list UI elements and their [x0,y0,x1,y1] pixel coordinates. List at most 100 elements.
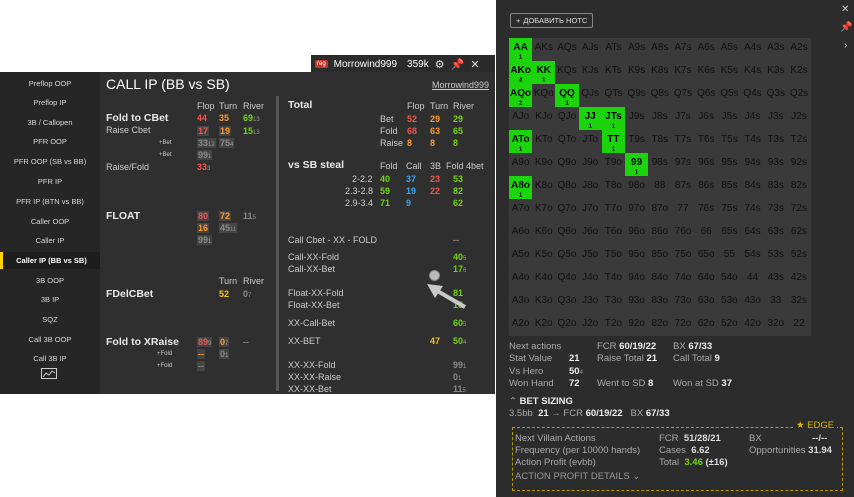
hand-cell[interactable]: J8o [579,176,602,199]
sidebar-item[interactable]: SQZ [0,314,100,326]
stat-value[interactable]: 07 [219,337,230,347]
hand-cell[interactable]: JTo [579,130,602,153]
stat-value[interactable]: 23 [430,174,440,184]
hand-cell[interactable]: JTs 1 [601,107,625,130]
pin-icon[interactable]: 📌 [840,22,852,33]
hand-cell[interactable]: A7o [509,199,532,222]
hand-cell[interactable]: A3s [764,38,787,61]
hand-cell[interactable]: 86s [695,176,718,199]
hand-cell[interactable]: 82s [787,176,810,199]
hand-cell[interactable]: A4o [509,268,532,291]
hand-cell[interactable]: K4o [532,268,555,291]
sidebar-item[interactable]: Caller IP [0,235,100,247]
hand-cell[interactable]: Q5o [555,245,578,268]
stat-value[interactable]: 72 [219,211,232,221]
hand-cell[interactable]: Q7o [555,199,578,222]
hand-cell[interactable]: T6o [602,222,625,245]
hand-cell[interactable]: A3o [509,291,532,314]
sidebar-item[interactable]: 3B IP [0,294,100,306]
hand-cell[interactable]: T8o [602,176,625,199]
hand-cell[interactable]: ATs [602,38,625,61]
hand-cell[interactable]: A8s [648,38,671,61]
hand-cell[interactable]: QTs [602,84,625,107]
hand-cell[interactable]: T8s [648,130,671,153]
stat-value[interactable]: 47 [430,336,440,346]
sidebar-item[interactable]: 3B OOP [0,275,100,287]
stat-value[interactable]: 605 [453,318,466,328]
stat-value[interactable]: 19 [406,186,416,196]
hand-cell[interactable]: 85s [718,176,741,199]
hand-cell[interactable]: A8o 1 [509,176,533,199]
hand-cell[interactable]: J7s [671,107,694,130]
stat-value[interactable]: 82 [453,186,463,196]
close-icon[interactable]: ✕ [470,58,479,71]
stat-value[interactable]: 17 [197,126,210,136]
highlight-marker[interactable] [429,270,440,281]
hand-cell[interactable]: AKs [532,38,555,61]
hand-cell[interactable]: T9o [602,153,625,176]
hand-cell[interactable]: QTo [555,130,578,153]
stat-value[interactable]: 71 [380,198,390,208]
hand-cell[interactable]: 99 1 [625,153,649,176]
stat-value[interactable]: 899 [197,337,213,347]
hand-cell[interactable]: J3s [764,107,787,130]
hand-cell[interactable]: A2s [787,38,810,61]
hand-cell[interactable]: 42s [787,268,810,291]
hand-cell[interactable]: 86o [648,222,671,245]
hand-cell[interactable]: 85o [648,245,671,268]
stat-value[interactable]: 4511 [219,223,238,233]
hand-cell[interactable]: K9s [625,61,648,84]
hand-cell[interactable]: 88 [648,176,671,199]
stat-value[interactable]: 59 [380,186,390,196]
hand-cell[interactable]: Q4o [555,268,578,291]
hand-cell[interactable]: KJo [532,107,555,130]
hand-cell[interactable]: 96s [695,153,718,176]
stat-value[interactable]: 8 [453,138,458,148]
hand-cell[interactable]: 96o [625,222,648,245]
hand-cell[interactable]: 43o [741,291,764,314]
hand-cell[interactable]: T9s [625,130,648,153]
hand-cell[interactable]: J6s [695,107,718,130]
stat-value[interactable]: 176 [453,264,466,274]
hand-cell[interactable]: AA 1 [509,38,533,61]
hand-cell[interactable]: 93o [625,291,648,314]
pin-icon[interactable]: 📌 [451,58,465,71]
hand-cell[interactable]: 53s [764,245,787,268]
hand-cell[interactable]: AJo [509,107,532,130]
hand-cell[interactable]: Q9s [625,84,648,107]
stat-value[interactable]: 22 [430,186,440,196]
hand-cell[interactable]: 62s [787,222,810,245]
hand-cell[interactable]: 75o [671,245,694,268]
sidebar-item[interactable]: PFR IP [0,176,100,188]
hand-cell[interactable]: Q6o [555,222,578,245]
hand-cell[interactable]: 75s [718,199,741,222]
hand-cell[interactable]: 73o [671,291,694,314]
hand-cell[interactable]: 95o [625,245,648,268]
stat-value[interactable]: 65 [453,126,463,136]
hand-cell[interactable]: 63s [764,222,787,245]
chevron-right-icon[interactable]: › [844,40,847,51]
hand-cell[interactable]: J9s [625,107,648,130]
hand-cell[interactable]: 72o [671,314,694,337]
stat-value[interactable]: 754 [219,138,235,148]
hand-cell[interactable]: J9o [579,153,602,176]
hand-cell[interactable]: K3o [532,291,555,314]
hand-cell[interactable]: A6s [695,38,718,61]
hand-cell[interactable]: A7s [671,38,694,61]
hand-cell[interactable]: 94o [625,268,648,291]
hand-cell[interactable]: Q7s [671,84,694,107]
hand-cell[interactable]: AQo 2 [509,84,533,107]
stat-value[interactable]: 53 [453,174,463,184]
sidebar-item[interactable]: PFR OOP [0,136,100,148]
stat-value[interactable]: -- [243,337,249,347]
hand-cell[interactable]: 65s [718,222,741,245]
stat-value[interactable]: 29 [430,114,440,124]
action-profit-details-toggle[interactable]: ACTION PROFIT DETAILS ⌄ [515,471,640,482]
stat-value[interactable]: -- [197,361,205,371]
hand-cell[interactable]: J2o [579,314,602,337]
hand-cell[interactable]: 64o [695,268,718,291]
hand-cell[interactable]: 77 [671,199,694,222]
sidebar-item[interactable]: Preflop IP [0,97,100,109]
bet-sizing-toggle[interactable]: ⌃ BET SIZING [509,396,573,407]
hand-cell[interactable]: Q8o [555,176,578,199]
